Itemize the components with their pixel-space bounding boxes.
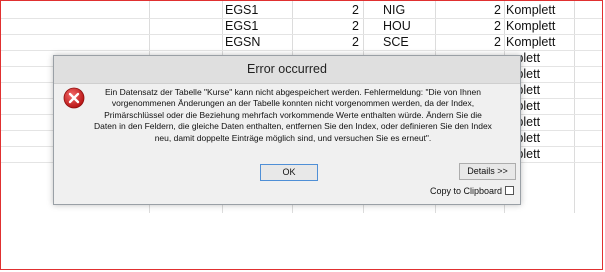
table-cell[interactable]: 2 <box>441 34 501 50</box>
table-row: EGSN 2 SCE 2 Komplett <box>1 34 602 50</box>
table-cell[interactable]: NIG <box>383 2 433 18</box>
details-button[interactable]: Details >> <box>459 163 516 180</box>
table-row: EGS1 2 HOU 2 Komplett <box>1 18 602 34</box>
error-dialog: Error occurred Ein Datensatz der Tabelle… <box>53 55 521 205</box>
table-cell[interactable]: Komplett <box>506 34 576 50</box>
table-cell[interactable]: 2 <box>301 34 359 50</box>
table-cell[interactable]: 2 <box>301 18 359 34</box>
table-cell[interactable]: Komplett <box>506 18 576 34</box>
table-cell[interactable]: 2 <box>441 2 501 18</box>
error-icon <box>63 87 85 109</box>
copy-to-clipboard-checkbox[interactable] <box>505 186 514 195</box>
table-cell[interactable]: HOU <box>383 18 433 34</box>
table-cell[interactable]: EGS1 <box>225 2 285 18</box>
copy-to-clipboard-label: Copy to Clipboard <box>430 186 503 196</box>
table-row: EGS1 2 NIG 2 Komplett <box>1 2 602 18</box>
screenshot-frame: EGS1 2 NIG 2 Komplett EGS1 2 HOU 2 Komplett EGSN 2 S… <box>0 0 603 270</box>
table-cell[interactable]: EGS1 <box>225 18 285 34</box>
error-message: Ein Datensatz der Tabelle "Kurse" kann n… <box>94 87 492 143</box>
table-cell[interactable]: SCE <box>383 34 433 50</box>
table-cell[interactable]: EGSN <box>225 34 285 50</box>
table-cell[interactable]: 2 <box>301 2 359 18</box>
dialog-title: Error occurred <box>54 56 520 84</box>
ok-button[interactable]: OK <box>260 164 318 181</box>
table-cell[interactable]: 2 <box>441 18 501 34</box>
table-cell[interactable]: Komplett <box>506 2 576 18</box>
